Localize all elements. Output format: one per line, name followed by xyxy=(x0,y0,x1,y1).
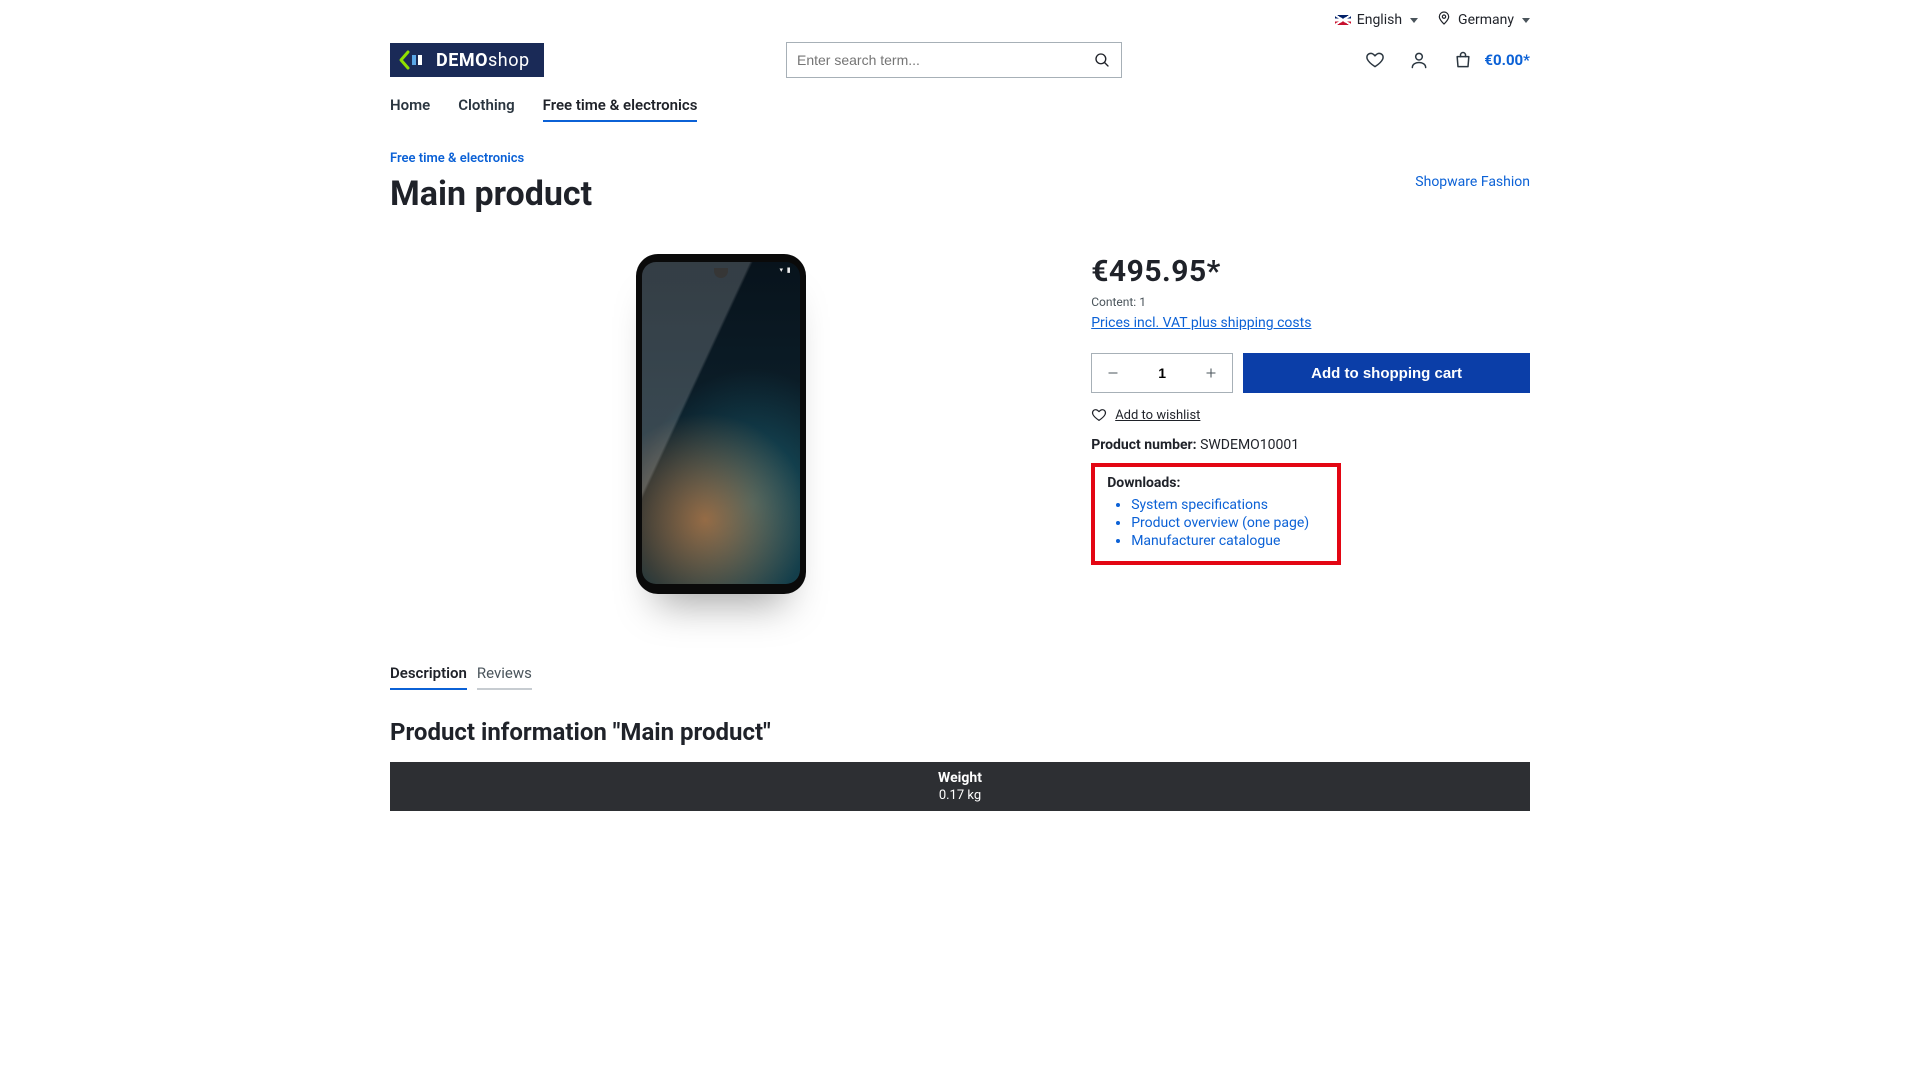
country-label: Germany xyxy=(1458,12,1514,28)
product-gallery: ▾ ▮ xyxy=(390,254,1051,594)
tab-description[interactable]: Description xyxy=(390,664,467,690)
search-box xyxy=(786,42,1122,78)
shopping-bag-icon xyxy=(1452,49,1474,71)
nav-clothing[interactable]: Clothing xyxy=(458,96,514,122)
downloads-heading: Downloads: xyxy=(1107,475,1325,491)
spec-row: Weight 0.17 kg xyxy=(390,762,1530,811)
main-nav: Home Clothing Free time & electronics xyxy=(390,90,1530,136)
product-info-heading: Product information "Main product" xyxy=(390,718,1530,746)
qty-decrease-button[interactable] xyxy=(1092,354,1134,392)
detail-tabs: Description Reviews xyxy=(390,664,1530,690)
tab-reviews[interactable]: Reviews xyxy=(477,664,532,690)
breadcrumb-link[interactable]: Free time & electronics xyxy=(390,151,524,166)
add-to-wishlist-link[interactable]: Add to wishlist xyxy=(1091,407,1530,423)
page-title: Main product xyxy=(390,174,592,214)
product-number: Product number: SWDEMO10001 xyxy=(1091,437,1530,453)
spec-value: 0.17 kg xyxy=(390,788,1530,803)
download-item: System specifications xyxy=(1131,497,1325,513)
add-to-cart-button[interactable]: Add to shopping cart xyxy=(1243,353,1530,393)
nav-home[interactable]: Home xyxy=(390,96,430,122)
download-link-system-specs[interactable]: System specifications xyxy=(1131,497,1268,513)
logo-mark-icon xyxy=(398,49,426,71)
product-price: €495.95* xyxy=(1091,254,1530,289)
download-link-catalogue[interactable]: Manufacturer catalogue xyxy=(1131,533,1280,549)
uk-flag-icon xyxy=(1335,15,1351,25)
wishlist-icon[interactable] xyxy=(1364,49,1386,71)
location-pin-icon xyxy=(1436,10,1452,30)
download-item: Manufacturer catalogue xyxy=(1131,533,1325,549)
language-selector[interactable]: English xyxy=(1335,12,1418,28)
wishlist-label: Add to wishlist xyxy=(1115,408,1200,423)
chevron-down-icon xyxy=(1522,18,1530,23)
downloads-section: Downloads: System specifications Product… xyxy=(1091,463,1341,565)
manufacturer-link[interactable]: Shopware Fashion xyxy=(1415,174,1530,190)
download-link-overview[interactable]: Product overview (one page) xyxy=(1131,515,1309,531)
language-label: English xyxy=(1357,12,1402,28)
quantity-stepper xyxy=(1091,353,1233,393)
account-icon[interactable] xyxy=(1408,49,1430,71)
product-image[interactable]: ▾ ▮ xyxy=(636,254,806,594)
cart-button[interactable]: €0.00* xyxy=(1452,49,1530,71)
qty-input[interactable] xyxy=(1134,354,1190,392)
spec-table: Weight 0.17 kg xyxy=(390,762,1530,811)
qty-increase-button[interactable] xyxy=(1190,354,1232,392)
search-input[interactable] xyxy=(797,52,1093,68)
heart-icon xyxy=(1091,407,1107,423)
tax-shipping-link[interactable]: Prices incl. VAT plus shipping costs xyxy=(1091,315,1311,331)
nav-free-time-electronics[interactable]: Free time & electronics xyxy=(543,96,698,122)
site-logo[interactable]: DEMOshop xyxy=(390,43,544,77)
content-info: Content: 1 xyxy=(1091,295,1530,309)
chevron-down-icon xyxy=(1410,18,1418,23)
country-selector[interactable]: Germany xyxy=(1436,10,1530,30)
logo-text: DEMOshop xyxy=(436,50,530,71)
breadcrumb: Free time & electronics xyxy=(390,136,1530,174)
search-icon[interactable] xyxy=(1093,51,1111,69)
spec-key: Weight xyxy=(390,770,1530,786)
download-item: Product overview (one page) xyxy=(1131,515,1325,531)
cart-total: €0.00* xyxy=(1484,51,1530,69)
